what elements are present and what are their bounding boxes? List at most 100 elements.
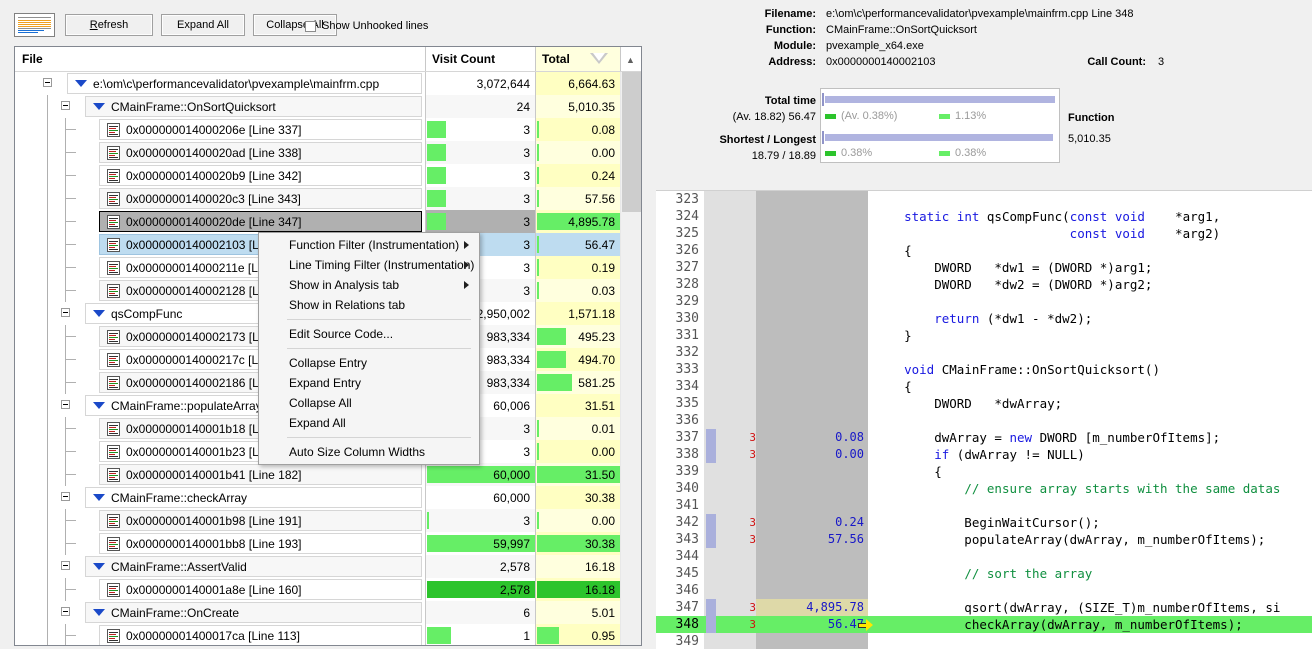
column-header-visit-count[interactable]: Visit Count xyxy=(425,47,535,71)
table-row[interactable]: 0x0000000140001bb8 [Line 193] 59,997 30.38 xyxy=(15,532,620,555)
total-cell: 0.24 xyxy=(535,164,620,187)
expand-triangle-icon[interactable] xyxy=(93,103,105,110)
code-line-row[interactable]: 324 static int qsCompFunc(const void *ar… xyxy=(656,208,1312,225)
code-line-row[interactable]: 326 { xyxy=(656,242,1312,259)
tree-line-entry[interactable]: 0x00000001400020ad [Line 338] xyxy=(99,142,422,163)
code-line-row[interactable]: 334 { xyxy=(656,378,1312,395)
tree-expander-icon[interactable] xyxy=(61,607,70,616)
code-line-row[interactable]: 347 3 4,895.78 qsort(dwArray, (SIZE_T)m_nu… xyxy=(656,599,1312,616)
tree-vertical-scrollbar[interactable] xyxy=(620,72,641,645)
tree-line-entry[interactable]: 0x0000000140001bb8 [Line 193] xyxy=(99,533,422,554)
report-icon[interactable] xyxy=(14,13,55,37)
context-menu-item[interactable]: Expand All xyxy=(259,413,479,433)
source-code-panel[interactable]: 323 324 static int qsCompFunc(const void … xyxy=(656,190,1312,649)
code-line-row[interactable]: 328 DWORD *dw2 = (DWORD *)arg2; xyxy=(656,276,1312,293)
refresh-button[interactable]: Refresh xyxy=(65,14,153,36)
tree-function-entry[interactable]: CMainFrame::OnSortQuicksort xyxy=(85,96,422,117)
code-line-row[interactable]: 337 3 0.08 dwArray = new DWORD [m_numberOf… xyxy=(656,429,1312,446)
tree-line-entry[interactable]: 0x00000001400020c3 [Line 343] xyxy=(99,188,422,209)
code-line-row[interactable]: 333 void CMainFrame::OnSortQuicksort() xyxy=(656,361,1312,378)
code-line-row[interactable]: 343 3 57.56 populateArray(dwArray, m_numbe… xyxy=(656,531,1312,548)
visit-count-value: 3 xyxy=(523,122,530,137)
context-menu-item[interactable]: Auto Size Column Widths xyxy=(259,442,479,462)
code-line-row[interactable]: 323 xyxy=(656,191,1312,208)
code-line-row[interactable]: 338 3 0.00 if (dwArray != NULL) xyxy=(656,446,1312,463)
checkbox-box[interactable] xyxy=(305,20,316,32)
tree-function-entry[interactable]: CMainFrame::OnCreate xyxy=(85,602,422,623)
code-line-row[interactable]: 345 // sort the array xyxy=(656,565,1312,582)
context-menu-item[interactable]: Show in Relations tab xyxy=(259,295,479,315)
expand-triangle-icon[interactable] xyxy=(75,80,87,87)
code-line-row[interactable]: 341 xyxy=(656,497,1312,514)
code-line-row[interactable]: 348 3 56.47 checkArray(dwArray, m_numberOf… xyxy=(656,616,1312,633)
tree-line-entry[interactable]: 0x00000001400020de [Line 347] xyxy=(99,211,422,232)
tree-expander-icon[interactable] xyxy=(61,400,70,409)
tree-expander-icon[interactable] xyxy=(61,308,70,317)
tree-expander-icon[interactable] xyxy=(61,101,70,110)
table-row[interactable]: CMainFrame::checkArray 60,000 30.38 xyxy=(15,486,620,509)
code-line-row[interactable]: 329 xyxy=(656,293,1312,310)
table-row[interactable]: 0x000000014000206e [Line 337] 3 0.08 xyxy=(15,118,620,141)
tree-line-entry[interactable]: 0x000000014000206e [Line 337] xyxy=(99,119,422,140)
context-menu-item[interactable]: Expand Entry xyxy=(259,373,479,393)
scrollbar-thumb[interactable] xyxy=(622,72,641,212)
code-line-row[interactable]: 346 xyxy=(656,582,1312,599)
expand-all-button[interactable]: Expand All xyxy=(161,14,245,36)
code-line-row[interactable]: 331 } xyxy=(656,327,1312,344)
table-row[interactable]: 0x0000000140001b98 [Line 191] 3 0.00 xyxy=(15,509,620,532)
code-line-row[interactable]: 327 DWORD *dw1 = (DWORD *)arg1; xyxy=(656,259,1312,276)
tree-line-entry[interactable]: 0x0000000140001b41 [Line 182] xyxy=(99,464,422,485)
max-swatch-icon xyxy=(939,113,950,119)
context-menu-item[interactable]: Show in Analysis tab xyxy=(259,275,479,295)
context-menu-item[interactable]: Line Timing Filter (Instrumentation) xyxy=(259,255,479,275)
total-value: 581.25 xyxy=(578,375,615,390)
code-line-number: 342 xyxy=(675,515,699,530)
code-line-row[interactable]: 332 xyxy=(656,344,1312,361)
expand-triangle-icon[interactable] xyxy=(93,402,105,409)
code-line-row[interactable]: 340 // ensure array starts with the same… xyxy=(656,480,1312,497)
tree-file-entry[interactable]: e:\om\c\performancevalidator\pvexample\m… xyxy=(67,73,422,94)
tree-expander-icon[interactable] xyxy=(43,78,52,87)
context-menu-item[interactable]: Collapse Entry xyxy=(259,353,479,373)
code-line-row[interactable]: 330 return (*dw1 - *dw2); xyxy=(656,310,1312,327)
table-row[interactable]: 0x00000001400020b9 [Line 342] 3 0.24 xyxy=(15,164,620,187)
code-line-row[interactable]: 325 const void *arg2) xyxy=(656,225,1312,242)
scroll-up-arrow-icon[interactable]: ▲ xyxy=(620,50,641,69)
tree-line-entry[interactable]: 0x0000000140001b98 [Line 191] xyxy=(99,510,422,531)
context-menu-item[interactable]: Edit Source Code... xyxy=(259,324,479,344)
tree-line-entry[interactable]: 0x00000001400020b9 [Line 342] xyxy=(99,165,422,186)
code-line-row[interactable]: 336 xyxy=(656,412,1312,429)
expand-triangle-icon[interactable] xyxy=(93,310,105,317)
tree-line-entry[interactable]: 0x0000000140001a8e [Line 160] xyxy=(99,579,422,600)
code-line-row[interactable]: 342 3 0.24 BeginWaitCursor(); xyxy=(656,514,1312,531)
table-row[interactable]: 0x00000001400020c3 [Line 343] 3 57.56 xyxy=(15,187,620,210)
expand-triangle-icon[interactable] xyxy=(93,563,105,570)
code-line-row[interactable]: 344 xyxy=(656,548,1312,565)
tree-line-entry[interactable]: 0x00000001400017ca [Line 113] xyxy=(99,625,422,645)
expand-triangle-icon[interactable] xyxy=(93,494,105,501)
table-row[interactable]: CMainFrame::OnSortQuicksort 24 5,010.35 xyxy=(15,95,620,118)
context-menu-item[interactable]: Function Filter (Instrumentation) xyxy=(259,235,479,255)
table-row[interactable]: CMainFrame::OnCreate 6 5.01 xyxy=(15,601,620,624)
code-line-number: 339 xyxy=(675,464,699,479)
tree-expander-icon[interactable] xyxy=(61,492,70,501)
tree-line xyxy=(65,267,76,268)
tree-expander-icon[interactable] xyxy=(61,561,70,570)
table-row[interactable]: 0x00000001400020de [Line 347] 3 4,895.78 xyxy=(15,210,620,233)
table-row[interactable]: e:\om\c\performancevalidator\pvexample\m… xyxy=(15,72,620,95)
code-line-row[interactable]: 335 DWORD *dwArray; xyxy=(656,395,1312,412)
table-row[interactable]: 0x0000000140001b41 [Line 182] 60,000 31.50 xyxy=(15,463,620,486)
column-header-file[interactable]: File xyxy=(15,47,425,71)
table-row[interactable]: 0x00000001400017ca [Line 113] 1 0.95 xyxy=(15,624,620,645)
code-line-row[interactable]: 349 xyxy=(656,633,1312,649)
context-menu[interactable]: Function Filter (Instrumentation) Line Ti… xyxy=(258,232,480,465)
tree-function-entry[interactable]: CMainFrame::AssertValid xyxy=(85,556,422,577)
code-line-row[interactable]: 339 { xyxy=(656,463,1312,480)
tree-function-entry[interactable]: CMainFrame::checkArray xyxy=(85,487,422,508)
show-unhooked-lines-checkbox[interactable]: Show Unhooked lines xyxy=(305,20,428,32)
context-menu-item[interactable]: Collapse All xyxy=(259,393,479,413)
table-row[interactable]: 0x00000001400020ad [Line 338] 3 0.00 xyxy=(15,141,620,164)
table-row[interactable]: CMainFrame::AssertValid 2,578 16.18 xyxy=(15,555,620,578)
expand-triangle-icon[interactable] xyxy=(93,609,105,616)
table-row[interactable]: 0x0000000140001a8e [Line 160] 2,578 16.18 xyxy=(15,578,620,601)
